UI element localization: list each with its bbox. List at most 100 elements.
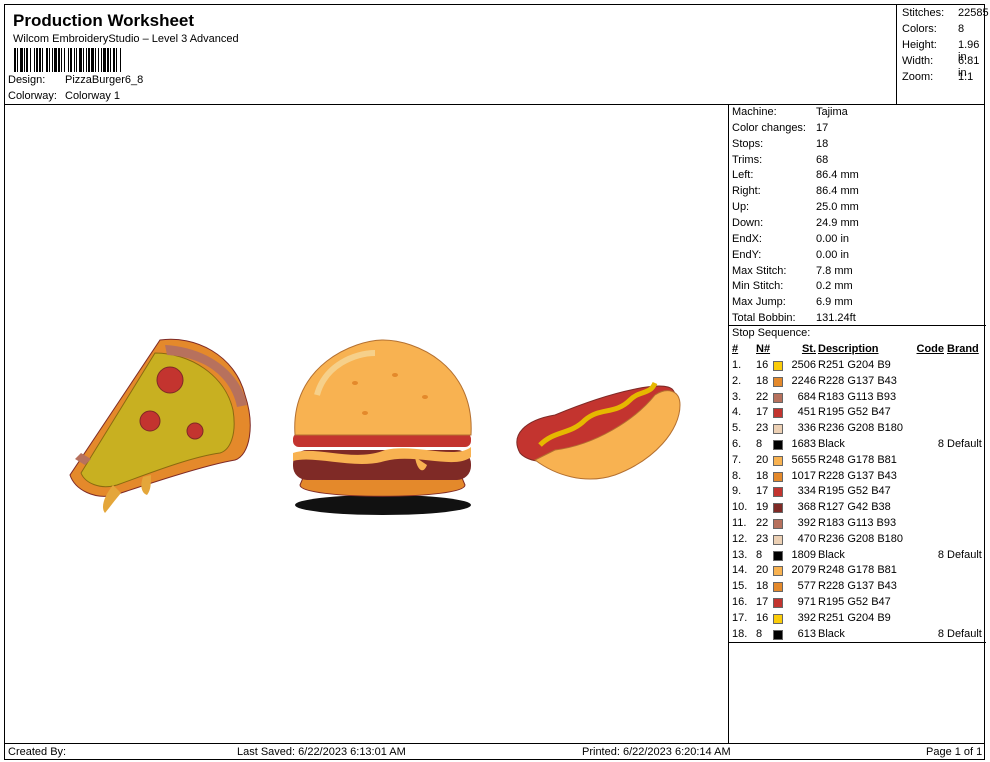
row-index: 7. xyxy=(732,453,742,466)
table-row: 12. 23 470 R236 G208 B180 xyxy=(732,533,986,549)
row-description: Black xyxy=(818,548,845,561)
info-row: Max Stitch: 7.8 mm xyxy=(732,265,853,277)
table-row: 8. 18 1017 R228 G137 B43 xyxy=(732,470,986,486)
row-description: R251 G204 B9 xyxy=(818,359,891,371)
table-row: 13. 8 1809 Black 8 Default xyxy=(732,549,986,565)
info-row: Right: 86.4 mm xyxy=(732,185,859,197)
row-stitches: 368 xyxy=(797,501,816,514)
last-saved: Last Saved: 6/22/2023 6:13:01 AM xyxy=(237,746,406,758)
info-row: Machine: Tajima xyxy=(732,106,848,118)
section-divider xyxy=(728,642,986,643)
row-index: 5. xyxy=(732,422,742,435)
column-divider xyxy=(728,105,729,743)
table-row: 1. 16 2506 R251 G204 B9 xyxy=(732,359,986,375)
table-row: 15. 18 577 R228 G137 B43 xyxy=(732,580,986,596)
stat-height: Height: 1.96 in xyxy=(902,39,980,63)
color-swatch xyxy=(773,566,783,577)
table-row: 9. 17 334 R195 G52 B47 xyxy=(732,485,986,501)
row-stitches: 470 xyxy=(797,532,816,545)
color-swatch xyxy=(773,455,783,466)
page-number: Page 1 of 1 xyxy=(926,746,983,758)
row-index: 2. xyxy=(732,374,742,387)
table-row: 17. 16 392 R251 G204 B9 xyxy=(732,612,986,628)
created-by: Created By: xyxy=(8,746,67,758)
row-code: 8 xyxy=(937,548,944,561)
col-header-brand: Brand xyxy=(947,343,979,355)
burger-illustration xyxy=(293,339,472,515)
worksheet-footer: Created By: Last Saved: 6/22/2023 6:13:0… xyxy=(4,743,985,760)
row-stitches: 2079 xyxy=(791,564,816,577)
printed-date: Printed: 6/22/2023 6:20:14 AM xyxy=(582,746,731,758)
col-header-needle: N# xyxy=(756,343,771,355)
row-index: 13. xyxy=(732,548,748,561)
row-needle: 17 xyxy=(756,596,769,608)
info-row: EndY: 0.00 in xyxy=(732,249,850,261)
row-stitches: 2246 xyxy=(791,374,816,387)
row-index: 16. xyxy=(732,596,748,608)
color-swatch xyxy=(773,613,783,624)
row-code: 8 xyxy=(937,438,944,450)
row-description: R183 G113 B93 xyxy=(818,517,897,529)
row-description: R195 G52 B47 xyxy=(818,596,891,608)
row-needle: 16 xyxy=(756,359,769,371)
color-swatch xyxy=(773,598,783,608)
info-row: Left: 86.4 mm xyxy=(732,169,859,181)
row-stitches: 392 xyxy=(797,611,816,624)
design-stats-box: Stitches: 22585 Colors: 8 Height: 1.96 in W… xyxy=(896,5,989,105)
row-needle: 20 xyxy=(756,564,769,577)
table-row: 7. 20 5655 R248 G178 B81 xyxy=(732,454,986,470)
col-header-idx: # xyxy=(732,343,739,355)
section-divider xyxy=(728,325,986,326)
pizza-slice-illustration xyxy=(69,338,251,513)
row-needle: 19 xyxy=(756,501,769,514)
info-row: Max Jump: 6.9 mm xyxy=(732,296,853,308)
info-row: Trims: 68 xyxy=(732,154,829,166)
info-row: Up: 25.0 mm xyxy=(732,201,859,213)
row-index: 12. xyxy=(732,532,748,545)
row-description: R248 G178 B81 xyxy=(818,453,897,466)
color-swatch xyxy=(773,582,783,593)
row-stitches: 5655 xyxy=(791,453,816,466)
row-needle: 16 xyxy=(756,611,769,624)
info-row: EndX: 0.00 in xyxy=(732,233,850,245)
row-needle: 17 xyxy=(756,485,769,498)
row-description: R236 G208 B180 xyxy=(818,532,904,545)
row-brand: Default xyxy=(947,548,982,561)
row-description: Black xyxy=(818,438,845,450)
table-row: 11. 22 392 R183 G113 B93 xyxy=(732,517,986,533)
page-title: Production Worksheet xyxy=(13,11,195,30)
row-description: R195 G52 B47 xyxy=(818,485,891,498)
table-row: 14. 20 2079 R248 G178 B81 xyxy=(732,564,986,580)
table-row: 16. 17 971 R195 G52 B47 xyxy=(732,596,986,612)
row-stitches: 684 xyxy=(797,390,816,403)
row-index: 3. xyxy=(732,390,742,403)
row-needle: 8 xyxy=(756,627,763,640)
row-description: R127 G42 B38 xyxy=(818,501,891,514)
row-stitches: 336 xyxy=(797,422,816,435)
col-header-stitches: St. xyxy=(801,343,816,355)
row-index: 18. xyxy=(732,627,748,640)
table-row: 2. 18 2246 R228 G137 B43 xyxy=(732,375,986,391)
design-value: PizzaBurger6_8 xyxy=(65,74,144,86)
stat-zoom: Zoom: 1:1 xyxy=(902,71,974,83)
row-index: 14. xyxy=(732,564,748,577)
row-stitches: 2506 xyxy=(791,359,816,371)
row-index: 15. xyxy=(732,580,748,593)
color-swatch xyxy=(773,376,783,387)
row-index: 17. xyxy=(732,611,748,624)
row-description: R228 G137 B43 xyxy=(818,469,897,482)
table-row: 10. 19 368 R127 G42 B38 xyxy=(732,501,986,517)
row-description: R195 G52 B47 xyxy=(818,406,891,419)
color-swatch xyxy=(773,392,783,403)
stat-colors: Colors: 8 xyxy=(902,23,965,35)
row-index: 9. xyxy=(732,485,742,498)
row-needle: 8 xyxy=(756,438,763,450)
row-stitches: 1809 xyxy=(791,548,816,561)
table-row: 6. 8 1683 Black 8 Default xyxy=(732,438,986,454)
row-index: 10. xyxy=(732,501,748,514)
row-stitches: 971 xyxy=(797,596,816,608)
color-swatch xyxy=(773,424,783,435)
row-stitches: 613 xyxy=(797,627,816,640)
row-brand: Default xyxy=(947,438,982,450)
color-swatch xyxy=(773,503,783,514)
